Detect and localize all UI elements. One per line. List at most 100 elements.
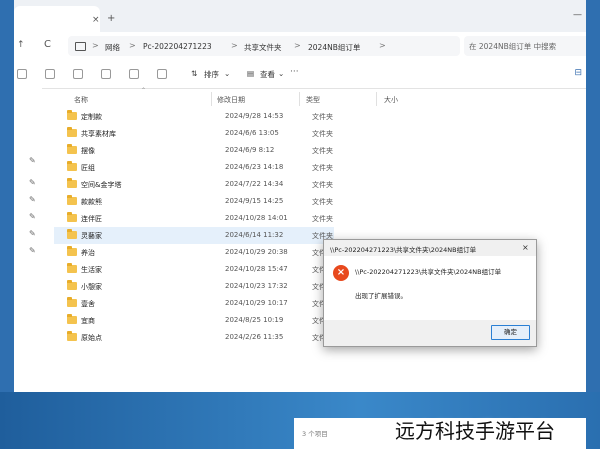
file-name: 宜商 (81, 317, 95, 325)
file-name: 定制款 (81, 113, 102, 121)
folder-icon (67, 297, 77, 307)
file-row[interactable]: 小憩家2024/10/23 17:32文件夹 (54, 278, 334, 295)
chevron-down-icon: ⌄ (224, 69, 231, 78)
breadcrumb-order-folder[interactable]: 2024NB组订单 (308, 42, 360, 53)
file-row[interactable]: 匠组 2024/6/23 14:18 文件夹 (54, 159, 334, 176)
folder-icon (67, 229, 77, 239)
folder-icon (67, 195, 77, 205)
file-type: 文件夹 (312, 113, 333, 121)
file-row[interactable]: 生活家2024/10/28 15:47文件夹 (54, 261, 334, 278)
column-header-date[interactable]: 修改日期 (217, 95, 245, 105)
tab-current[interactable]: × (14, 6, 100, 32)
file-name: 空间&金字塔 (81, 181, 122, 189)
sort-caret-icon: ⌃ (141, 87, 147, 94)
column-divider[interactable] (211, 92, 212, 106)
file-date: 2024/10/29 20:38 (225, 248, 288, 256)
search-placeholder: 在 2024NB组订单 中搜索 (469, 42, 557, 51)
file-row[interactable]: 原始点2024/2/26 11:35文件夹 (54, 329, 334, 346)
file-row[interactable]: 宜商2024/8/25 10:19文件夹 (54, 312, 334, 329)
copy-icon[interactable] (45, 69, 55, 79)
file-name: 壹舍 (81, 300, 95, 308)
pin-icon: ✎ (29, 229, 36, 238)
up-arrow-icon[interactable]: ↑ (17, 40, 25, 50)
search-input[interactable]: 在 2024NB组订单 中搜索 (464, 36, 586, 56)
file-date: 2024/6/9 8:12 (225, 146, 275, 154)
file-type: 文件夹 (312, 147, 333, 155)
file-date: 2024/9/28 14:53 (225, 112, 284, 120)
column-header-size[interactable]: 大小 (384, 95, 398, 105)
file-date: 2024/6/23 14:18 (225, 163, 284, 171)
column-header-name[interactable]: 名称 (74, 95, 88, 105)
file-date: 2024/7/22 14:34 (225, 180, 284, 188)
file-row[interactable]: 壹舍2024/10/29 10:17文件夹 (54, 295, 334, 312)
breadcrumb-shared-folder[interactable]: 共享文件夹 (244, 42, 282, 53)
file-row[interactable]: 连伴匠 2024/10/28 14:01 文件夹 (54, 210, 334, 227)
delete-icon[interactable] (157, 69, 167, 79)
breadcrumb-separator: > (92, 41, 99, 50)
rename-icon[interactable] (101, 69, 111, 79)
breadcrumb-pc[interactable]: Pc-202204271223 (143, 42, 212, 51)
breadcrumb-network[interactable]: 网络 (105, 42, 120, 53)
folder-icon (67, 110, 77, 120)
file-row[interactable]: 灵藝家 2024/6/14 11:32 文件夹 (54, 227, 334, 244)
cut-icon[interactable] (17, 69, 27, 79)
file-name: 养治 (81, 249, 95, 257)
breadcrumb-separator: > (129, 41, 136, 50)
file-type: 文件夹 (312, 215, 333, 223)
pin-icon: ✎ (29, 246, 36, 255)
file-name: 款款熊 (81, 198, 102, 206)
navigation-pane: ✎ ✎ ✎ ✎ ✎ ✎ (14, 88, 42, 392)
address-row: ↑ C > 网络 > Pc-202204271223 > 共享文件夹 > 202… (14, 32, 586, 61)
folder-icon (67, 314, 77, 324)
tab-close-icon[interactable]: × (92, 15, 100, 25)
folder-icon (67, 178, 77, 188)
minimize-icon[interactable]: — (573, 10, 582, 20)
file-row[interactable]: 空间&金字塔 2024/7/22 14:34 文件夹 (54, 176, 334, 193)
more-options-icon[interactable]: ··· (290, 67, 299, 77)
refresh-icon[interactable]: C (44, 39, 51, 50)
file-type: 文件夹 (312, 164, 333, 172)
folder-icon (67, 246, 77, 256)
ok-button[interactable]: 确定 (491, 325, 530, 340)
details-pane-icon[interactable]: ⊟ (574, 68, 582, 78)
new-tab-icon[interactable]: + (107, 13, 115, 24)
file-name: 灵藝家 (81, 232, 102, 240)
file-date: 2024/10/28 15:47 (225, 265, 288, 273)
file-row[interactable]: 共享素材库 2024/6/6 13:05 文件夹 (54, 125, 334, 142)
file-row[interactable]: 款款熊 2024/9/15 14:25 文件夹 (54, 193, 334, 210)
column-header-type[interactable]: 类型 (306, 95, 320, 105)
paste-icon[interactable] (73, 69, 83, 79)
column-divider[interactable] (299, 92, 300, 106)
dialog-close-icon[interactable]: × (522, 243, 529, 252)
file-date: 2024/6/6 13:05 (225, 129, 279, 137)
file-date: 2024/6/14 11:32 (225, 231, 284, 239)
file-date: 2024/10/28 14:01 (225, 214, 288, 222)
view-button[interactable]: 查看 (260, 69, 275, 80)
monitor-icon (75, 42, 86, 51)
folder-icon (67, 161, 77, 171)
file-row[interactable]: 养治2024/10/29 20:38文件夹 (54, 244, 334, 261)
address-bar[interactable]: > 网络 > Pc-202204271223 > 共享文件夹 > 2024NB组… (68, 36, 460, 56)
breadcrumb-separator: > (231, 41, 238, 50)
command-bar: ⇅ 排序 ⌄ ▤ 查看 ⌄ ··· ⊟ (14, 60, 586, 89)
view-icon: ▤ (247, 69, 255, 78)
file-row[interactable]: 摆像 2024/6/9 8:12 文件夹 (54, 142, 334, 159)
file-date: 2024/9/15 14:25 (225, 197, 284, 205)
column-divider[interactable] (376, 92, 377, 106)
sort-button[interactable]: 排序 (204, 69, 219, 80)
error-message: 出现了扩展错误。 (355, 292, 407, 300)
breadcrumb-separator: > (379, 41, 386, 50)
pin-icon: ✎ (29, 195, 36, 204)
file-name: 生活家 (81, 266, 102, 274)
pin-icon: ✎ (29, 156, 36, 165)
error-path: \\Pc-202204271223\共享文件夹\2024NB组订单 (355, 268, 502, 276)
file-row[interactable]: 定制款 2024/9/28 14:53 文件夹 (54, 108, 334, 125)
file-type: 文件夹 (312, 130, 333, 138)
file-name: 小憩家 (81, 283, 102, 291)
file-name: 连伴匠 (81, 215, 102, 223)
share-icon[interactable] (129, 69, 139, 79)
folder-icon (67, 144, 77, 154)
file-date: 2024/2/26 11:35 (225, 333, 284, 341)
file-type: 文件夹 (312, 198, 333, 206)
folder-icon (67, 331, 77, 341)
